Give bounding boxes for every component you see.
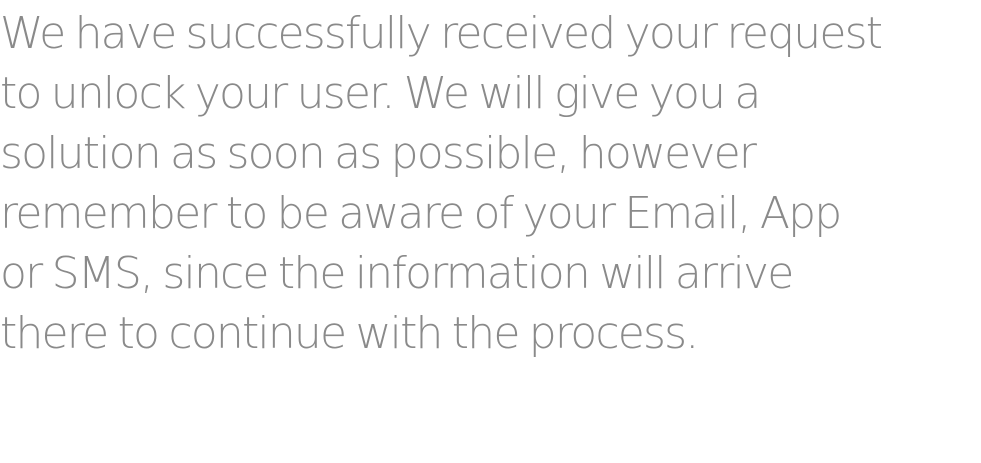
message-line-2: to unlock your user. We will give you a [0, 68, 761, 119]
message-line-6: there to continue with the process. [0, 308, 699, 359]
unlock-request-message: We have successfully received your reque… [0, 4, 981, 364]
message-line-3: solution as soon as possible, however [0, 128, 757, 179]
message-line-5: or SMS, since the information will arriv… [0, 248, 794, 299]
message-line-4: remember to be aware of your Email, App [0, 188, 842, 239]
confirmation-message-panel: We have successfully received your reque… [0, 0, 981, 463]
message-line-1: We have successfully received your reque… [0, 8, 883, 59]
